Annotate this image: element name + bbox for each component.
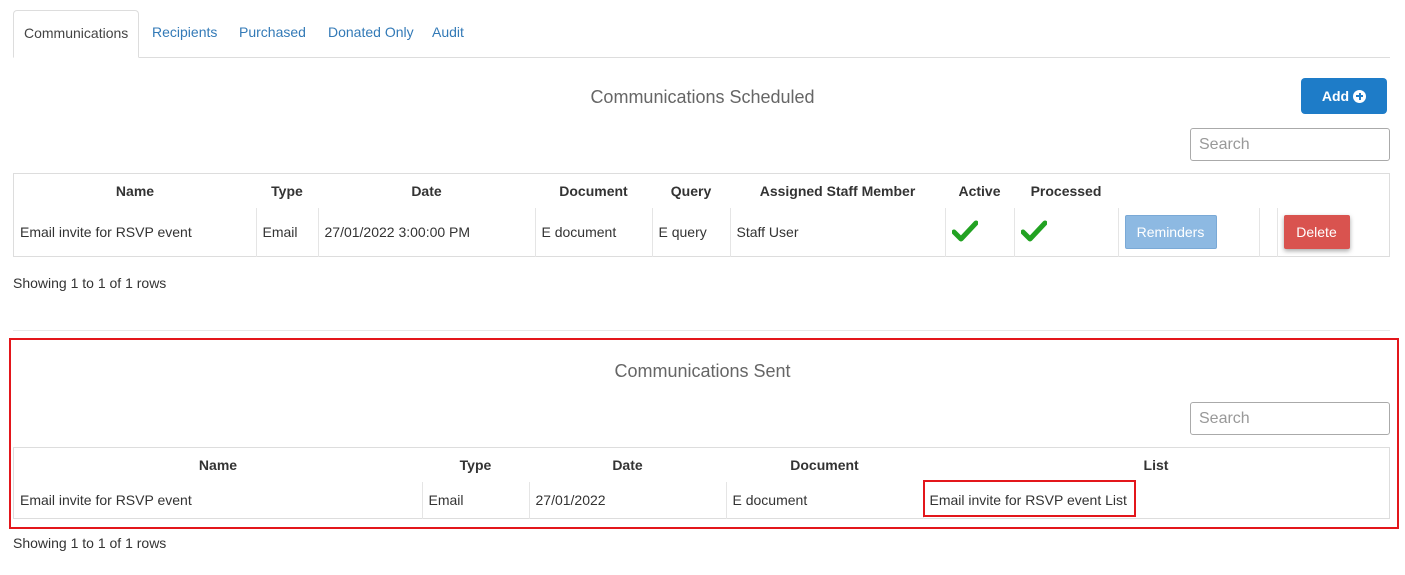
- scheduled-title: Communications Scheduled: [590, 87, 815, 107]
- tab-purchased[interactable]: Purchased: [239, 10, 306, 57]
- tab-communications[interactable]: Communications: [13, 10, 140, 58]
- cell-reminders: Reminders: [1117, 208, 1259, 257]
- tab-audit[interactable]: Audit: [432, 10, 464, 57]
- table-header-row: Name Type Date Document List: [14, 448, 1390, 483]
- reminders-button[interactable]: Reminders: [1124, 215, 1217, 249]
- cell-staff: Staff User: [729, 208, 945, 257]
- add-button[interactable]: Add: [1301, 78, 1387, 114]
- col-header-date[interactable]: Date: [529, 448, 726, 483]
- col-header-type[interactable]: Type: [422, 448, 529, 483]
- col-header-name[interactable]: Name: [14, 448, 423, 483]
- cell-date: 27/01/2022: [528, 482, 726, 519]
- plus-circle-icon: [1353, 89, 1367, 103]
- scheduled-table: Name Type Date Document Query Assigned S…: [13, 173, 1390, 257]
- col-header-document[interactable]: Document: [535, 174, 652, 209]
- cell-type: Email: [255, 208, 318, 257]
- sent-title: Communications Sent: [614, 361, 791, 381]
- scheduled-search-input[interactable]: [1190, 128, 1390, 161]
- tab-donated-only[interactable]: Donated Only: [328, 10, 414, 57]
- check-icon: [951, 220, 978, 241]
- scheduled-pagination-info: Showing 1 to 1 of 1 rows: [13, 275, 167, 291]
- cell-query: E query: [651, 208, 730, 257]
- cell-document: E document: [725, 482, 923, 519]
- check-icon: [1020, 220, 1047, 241]
- col-header-query[interactable]: Query: [652, 174, 730, 209]
- col-header-date[interactable]: Date: [318, 174, 535, 209]
- col-header-reminders: [1118, 174, 1259, 209]
- col-header-processed[interactable]: Processed: [1014, 174, 1118, 209]
- cell-name: Email invite for RSVP event: [20, 492, 192, 508]
- col-header-name[interactable]: Name: [14, 174, 257, 209]
- col-header-list[interactable]: List: [923, 448, 1390, 483]
- table-row: Email invite for RSVP event Email 27/01/…: [14, 482, 1390, 519]
- cell-spacer: [1258, 208, 1277, 257]
- cell-list: Email invite for RSVP event List: [922, 482, 1390, 519]
- table-row: Email invite for RSVP event Email 27/01/…: [14, 208, 1390, 257]
- delete-button[interactable]: Delete: [1283, 215, 1350, 249]
- col-header-delete: [1277, 174, 1390, 209]
- section-divider: [13, 330, 1390, 331]
- add-button-label: Add: [1321, 88, 1350, 104]
- cell-type: Email: [421, 482, 529, 519]
- col-header-type[interactable]: Type: [256, 174, 318, 209]
- tab-recipients[interactable]: Recipients: [152, 10, 217, 57]
- table-header-row: Name Type Date Document Query Assigned S…: [14, 174, 1390, 209]
- col-header-document[interactable]: Document: [726, 448, 923, 483]
- sent-pagination-info: Showing 1 to 1 of 1 rows: [13, 535, 167, 551]
- sent-table: Name Type Date Document List Email invit…: [13, 447, 1390, 519]
- cell-delete: Delete: [1276, 208, 1390, 257]
- col-header-active[interactable]: Active: [945, 174, 1014, 209]
- sent-search-input[interactable]: [1190, 402, 1390, 435]
- cell-active: [944, 208, 1014, 257]
- cell-document: E document: [534, 208, 652, 257]
- cell-name: Email invite for RSVP event: [20, 224, 192, 240]
- tab-bar: Communications Recipients Purchased Dona…: [13, 10, 1390, 58]
- col-header-spacer: [1259, 174, 1277, 209]
- cell-processed: [1013, 208, 1118, 257]
- cell-date: 27/01/2022 3:00:00 PM: [317, 208, 535, 257]
- col-header-staff[interactable]: Assigned Staff Member: [730, 174, 945, 209]
